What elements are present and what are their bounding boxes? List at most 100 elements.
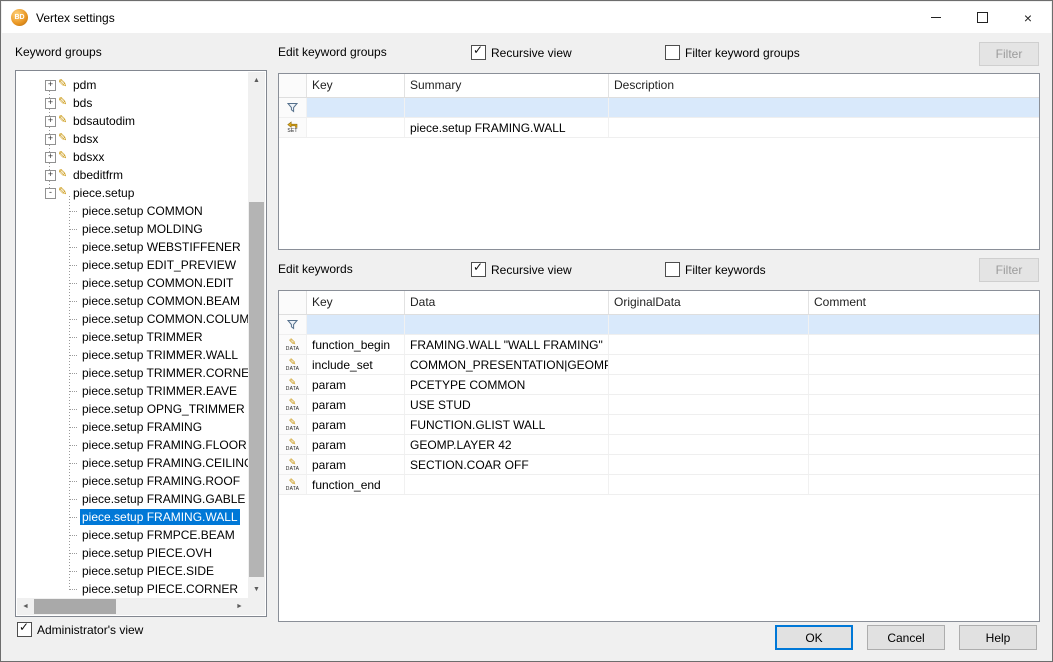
- tree-item[interactable]: piece.setup FRAMING.GABLE: [17, 490, 248, 508]
- ok-button[interactable]: OK: [775, 625, 853, 650]
- table-row[interactable]: DATA param GEOMP.LAYER 42: [279, 435, 1039, 455]
- scroll-right-icon[interactable]: ►: [231, 598, 248, 615]
- cell-key[interactable]: [307, 315, 405, 334]
- cell-key[interactable]: param: [307, 435, 405, 454]
- cell-summary[interactable]: piece.setup FRAMING.WALL: [405, 118, 609, 137]
- tree-item-selected[interactable]: piece.setup FRAMING.WALL: [17, 508, 248, 526]
- cell-comment[interactable]: [809, 375, 1039, 394]
- cell-originaldata[interactable]: [609, 415, 809, 434]
- table-row[interactable]: DATA param FUNCTION.GLIST WALL: [279, 415, 1039, 435]
- column-header-summary[interactable]: Summary: [405, 74, 609, 97]
- expand-icon[interactable]: [45, 116, 56, 127]
- tree-item[interactable]: piece.setup OPNG_TRIMMER: [17, 400, 248, 418]
- tree-item[interactable]: piece.setup TRIMMER.EAVE: [17, 382, 248, 400]
- cell-comment[interactable]: [809, 415, 1039, 434]
- cell-originaldata[interactable]: [609, 355, 809, 374]
- cell-comment[interactable]: [809, 435, 1039, 454]
- table-row[interactable]: DATA include_set COMMON_PRESENTATION|GEO…: [279, 355, 1039, 375]
- column-header-originaldata[interactable]: OriginalData: [609, 291, 809, 314]
- scroll-left-icon[interactable]: ◄: [17, 598, 34, 615]
- vertical-scrollbar[interactable]: ▲ ▼: [248, 72, 265, 598]
- cell-key[interactable]: param: [307, 395, 405, 414]
- cell-data[interactable]: PCETYPE COMMON: [405, 375, 609, 394]
- filter-groups-button[interactable]: Filter: [979, 42, 1039, 66]
- tree-node-bds[interactable]: bds: [17, 94, 248, 112]
- tree-node-piece-setup[interactable]: piece.setup: [17, 184, 248, 202]
- tree-item[interactable]: piece.setup TRIMMER.WALL: [17, 346, 248, 364]
- recursive-view-keywords-checkbox[interactable]: [471, 262, 486, 277]
- filter-keywords-checkbox[interactable]: [665, 262, 680, 277]
- cell-data[interactable]: GEOMP.LAYER 42: [405, 435, 609, 454]
- tree-item[interactable]: piece.setup COMMON.BEAM: [17, 292, 248, 310]
- cell-originaldata[interactable]: [609, 375, 809, 394]
- column-header-comment[interactable]: Comment: [809, 291, 1039, 314]
- cell-description[interactable]: [609, 98, 1039, 117]
- collapse-icon[interactable]: [45, 188, 56, 199]
- tree-item[interactable]: piece.setup TRIMMER: [17, 328, 248, 346]
- tree-item[interactable]: piece.setup PIECE.CORNER: [17, 580, 248, 598]
- cell-originaldata[interactable]: [609, 395, 809, 414]
- cell-key[interactable]: function_end: [307, 475, 405, 494]
- table-row[interactable]: DATA param PCETYPE COMMON: [279, 375, 1039, 395]
- cell-data[interactable]: FUNCTION.GLIST WALL: [405, 415, 609, 434]
- tree-node-dbeditfrm[interactable]: dbeditfrm: [17, 166, 248, 184]
- close-button[interactable]: ×: [1005, 2, 1051, 33]
- cell-key[interactable]: [307, 118, 405, 137]
- cell-key[interactable]: function_begin: [307, 335, 405, 354]
- cell-originaldata[interactable]: [609, 335, 809, 354]
- tree-item[interactable]: piece.setup TRIMMER.CORNER: [17, 364, 248, 382]
- table-row[interactable]: DATA function_end: [279, 475, 1039, 495]
- tree-node-bdsx[interactable]: bdsx: [17, 130, 248, 148]
- scroll-up-icon[interactable]: ▲: [248, 72, 265, 89]
- tree-item[interactable]: piece.setup FRAMING.FLOOR: [17, 436, 248, 454]
- minimize-button[interactable]: [913, 2, 959, 33]
- expand-icon[interactable]: [45, 170, 56, 181]
- filter-keyword-groups-checkbox[interactable]: [665, 45, 680, 60]
- tree-item[interactable]: piece.setup FRAMING.CEILING: [17, 454, 248, 472]
- cell-key[interactable]: include_set: [307, 355, 405, 374]
- vertical-scroll-thumb[interactable]: [249, 202, 264, 577]
- tree-item[interactable]: piece.setup MOLDING: [17, 220, 248, 238]
- recursive-view-checkbox[interactable]: [471, 45, 486, 60]
- cell-originaldata[interactable]: [609, 455, 809, 474]
- cell-data[interactable]: [405, 475, 609, 494]
- tree-item[interactable]: piece.setup FRAMING.ROOF: [17, 472, 248, 490]
- table-row[interactable]: DATA param USE STUD: [279, 395, 1039, 415]
- tree-item[interactable]: piece.setup PIECE.SIDE: [17, 562, 248, 580]
- expand-icon[interactable]: [45, 152, 56, 163]
- filter-row[interactable]: [279, 98, 1039, 118]
- tree-item[interactable]: piece.setup PIECE.OVH: [17, 544, 248, 562]
- cell-originaldata[interactable]: [609, 435, 809, 454]
- cell-key[interactable]: param: [307, 455, 405, 474]
- horizontal-scroll-thumb[interactable]: [34, 599, 116, 614]
- tree-node-bdsautodim[interactable]: bdsautodim: [17, 112, 248, 130]
- expand-icon[interactable]: [45, 134, 56, 145]
- filter-keywords-button[interactable]: Filter: [979, 258, 1039, 282]
- tree-node-bdsxx[interactable]: bdsxx: [17, 148, 248, 166]
- tree-node-pdm[interactable]: pdm: [17, 76, 248, 94]
- cell-key[interactable]: param: [307, 375, 405, 394]
- horizontal-scrollbar[interactable]: ◄ ►: [17, 598, 248, 615]
- cell-key[interactable]: param: [307, 415, 405, 434]
- cell-comment[interactable]: [809, 455, 1039, 474]
- cell-data[interactable]: FRAMING.WALL "WALL FRAMING": [405, 335, 609, 354]
- cancel-button[interactable]: Cancel: [867, 625, 945, 650]
- cell-comment[interactable]: [809, 475, 1039, 494]
- expand-icon[interactable]: [45, 80, 56, 91]
- tree-item[interactable]: piece.setup COMMON.COLUMN: [17, 310, 248, 328]
- column-header-key[interactable]: Key: [307, 291, 405, 314]
- cell-comment[interactable]: [809, 355, 1039, 374]
- tree-item[interactable]: piece.setup WEBSTIFFENER: [17, 238, 248, 256]
- keyword-groups-tree[interactable]: pdm bds bdsautodim bdsx bdsxx dbeditfrm …: [15, 70, 267, 617]
- filter-row[interactable]: [279, 315, 1039, 335]
- column-header-key[interactable]: Key: [307, 74, 405, 97]
- tree-item[interactable]: piece.setup FRMPCE.BEAM: [17, 526, 248, 544]
- table-row[interactable]: DATA function_begin FRAMING.WALL "WALL F…: [279, 335, 1039, 355]
- cell-comment[interactable]: [809, 335, 1039, 354]
- cell-summary[interactable]: [405, 98, 609, 117]
- maximize-button[interactable]: [959, 2, 1005, 33]
- cell-description[interactable]: [609, 118, 1039, 137]
- tree-item[interactable]: piece.setup COMMON.EDIT: [17, 274, 248, 292]
- cell-data[interactable]: COMMON_PRESENTATION|GEOMP...: [405, 355, 609, 374]
- column-header-data[interactable]: Data: [405, 291, 609, 314]
